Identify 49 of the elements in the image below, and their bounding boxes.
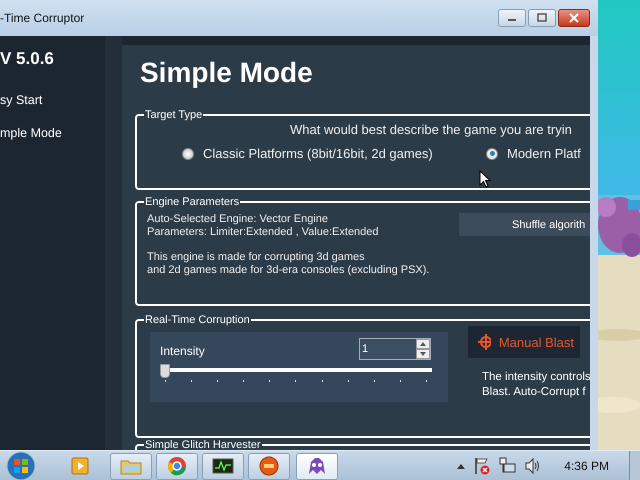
group-title: Target Type (144, 109, 204, 121)
network-icon[interactable] (498, 457, 516, 475)
shuffle-button[interactable]: Shuffle algorith (459, 213, 590, 236)
page-title: Simple Mode (140, 57, 314, 90)
number-field[interactable]: 1 (359, 338, 431, 360)
radio-option[interactable]: Classic Platforms (8bit/16bit, 2d games) (182, 146, 486, 161)
flag-icon[interactable] (474, 457, 490, 475)
group-title: Real-Time Corruption (144, 314, 251, 326)
clock-text[interactable]: 4:36 PM (564, 459, 609, 473)
monitor-app-button[interactable] (202, 452, 244, 480)
spin-arrows-icon[interactable] (416, 339, 430, 359)
radio-label: Modern Platf (507, 146, 581, 161)
maximize-icon (536, 13, 548, 23)
intensity-slider[interactable] (160, 364, 432, 378)
engine-info-text: Auto-Selected Engine: Vector Engine (147, 213, 330, 226)
question-text: What would best describe the game you are tryin (290, 122, 573, 137)
close-icon (568, 13, 580, 23)
window-title: -Time Corruptor (0, 11, 84, 25)
version-label: V 5.0.6 (0, 49, 55, 69)
intensity-description-text: The intensity controls (482, 370, 590, 385)
close-button[interactable] (558, 9, 590, 27)
show-hidden-icons-icon[interactable] (456, 462, 466, 470)
group-title: Engine Parameters (144, 196, 240, 208)
disc-icon (259, 456, 279, 476)
sidebar-item[interactable]: sy Start (0, 93, 105, 107)
intensity-description-text: Blast. Auto-Corrupt f (482, 385, 587, 400)
engine-description-text: This engine is made for corrupting 3d games (147, 251, 366, 264)
browser-icon (167, 456, 187, 476)
manual-blast-button[interactable]: Manual Blast (468, 326, 580, 358)
folder-app-button[interactable] (110, 452, 152, 480)
group-title: Simple Glitch Harvester (144, 439, 262, 450)
maximize-button[interactable] (528, 9, 556, 27)
minimize-button[interactable] (498, 9, 526, 27)
stop-app-button[interactable] (248, 452, 290, 480)
radio-option[interactable]: Modern Platf (486, 146, 581, 161)
radio-button[interactable] (182, 148, 194, 160)
engine-description-text: and 2d games made for 3d-era consoles (excluding PSX). (147, 264, 430, 277)
creature-icon (306, 456, 328, 476)
sidebar-item[interactable]: mple Mode (0, 126, 105, 140)
crosshair-icon (478, 334, 491, 350)
windows-logo-icon (6, 451, 36, 480)
browser-app-button[interactable] (156, 452, 198, 480)
creature-app-button[interactable] (296, 452, 338, 480)
radio-label: Classic Platforms (8bit/16bit, 2d games) (203, 146, 433, 161)
intensity-label: Intensity (160, 344, 205, 358)
engine-info-text: Parameters: Limiter:Extended , Value:Extended (147, 226, 380, 239)
pulse-monitor-icon (212, 458, 234, 474)
radio-button[interactable] (486, 148, 498, 160)
play-icon (71, 457, 89, 475)
